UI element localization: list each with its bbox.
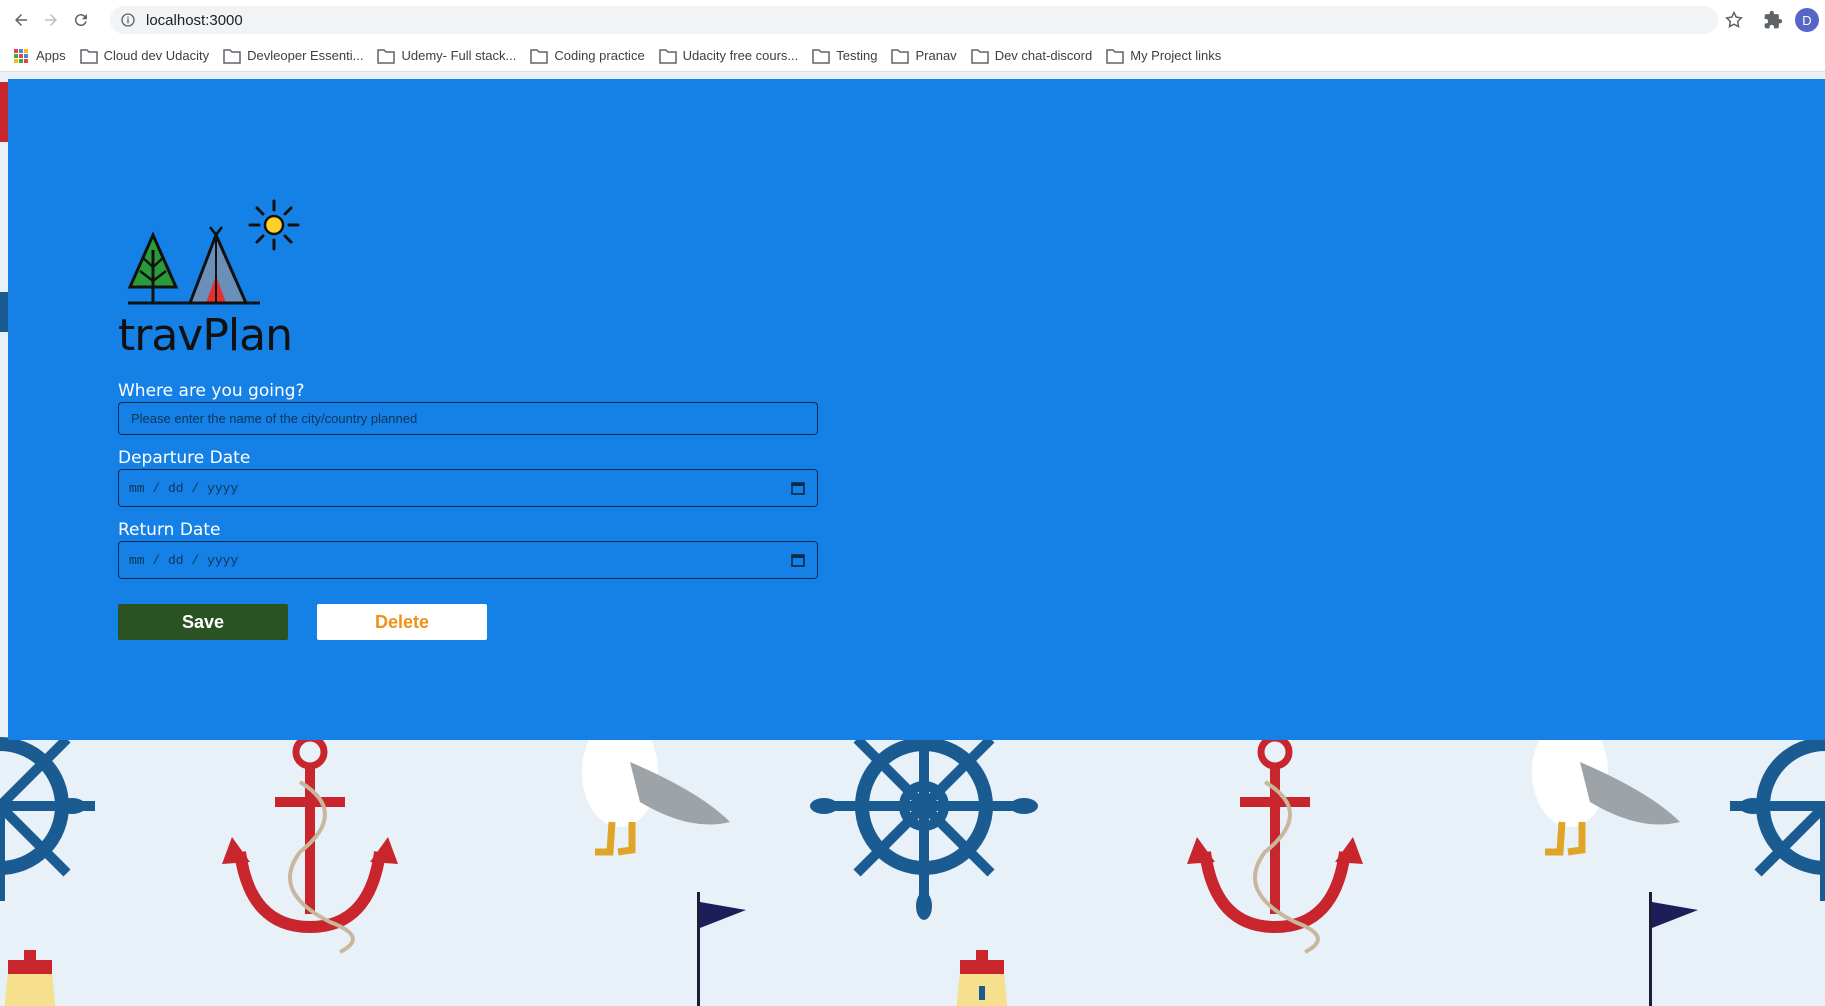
return-label: Return Date <box>118 520 221 540</box>
browser-toolbar: localhost:3000 D <box>0 0 1825 40</box>
ship-wheel-icon <box>1730 737 1825 901</box>
lighthouse-icon <box>4 950 56 1006</box>
folder-icon <box>970 48 989 64</box>
folder-icon <box>79 48 98 64</box>
forward-button[interactable] <box>36 5 66 35</box>
calendar-icon[interactable] <box>791 553 805 567</box>
anchor-icon <box>222 734 398 954</box>
reload-icon <box>74 14 87 27</box>
bookmark-folder[interactable]: My Project links <box>1106 48 1221 64</box>
arrow-right-icon <box>45 14 57 26</box>
bookmark-label: Cloud dev Udacity <box>103 48 210 63</box>
profile-avatar[interactable]: D <box>1795 8 1819 32</box>
destination-input[interactable] <box>129 410 817 427</box>
bookmark-label: My Project links <box>1130 48 1222 63</box>
folder-icon <box>223 48 241 64</box>
bookmark-label: Dev chat-discord <box>994 48 1093 63</box>
flag-icon <box>697 892 746 1006</box>
departure-date-input[interactable]: mm / dd / yyyy <box>129 481 791 496</box>
bookmark-label: Devleoper Essenti... <box>247 48 364 63</box>
url-text: localhost:3000 <box>146 11 243 29</box>
return-date-field[interactable]: mm / dd / yyyy <box>118 541 818 579</box>
departure-label: Departure Date <box>118 448 251 468</box>
bookmark-label: Udemy- Full stack... <box>401 48 517 63</box>
bookmark-apps[interactable]: Apps <box>14 48 66 63</box>
apps-grid-icon <box>14 48 28 63</box>
extensions-puzzle-icon[interactable] <box>1763 10 1783 30</box>
calendar-icon[interactable] <box>791 481 805 495</box>
address-bar[interactable]: localhost:3000 <box>110 6 1718 34</box>
arrow-left-icon <box>15 14 27 26</box>
back-button[interactable] <box>6 5 36 35</box>
bookmark-folder[interactable]: Testing <box>812 48 877 64</box>
folder-icon <box>530 48 549 64</box>
bookmark-folder[interactable]: Devleoper Essenti... <box>223 48 363 64</box>
bookmark-label: Coding practice <box>554 48 645 63</box>
lighthouse-icon <box>956 950 1008 1006</box>
bookmark-label: Apps <box>36 48 66 63</box>
bookmark-folder[interactable]: Dev chat-discord <box>970 48 1093 64</box>
folder-icon <box>891 48 910 64</box>
return-date-input[interactable]: mm / dd / yyyy <box>129 553 791 568</box>
folder-icon <box>377 48 396 64</box>
ship-wheel-icon <box>0 735 95 901</box>
travplan-logo-icon <box>127 199 300 305</box>
folder-icon <box>812 48 831 64</box>
brand-title: travPlan <box>118 310 293 361</box>
bookmark-folder[interactable]: Udemy- Full stack... <box>377 48 516 64</box>
bookmarks-bar: Apps Cloud dev Udacity Devleoper Essenti.… <box>0 40 1825 72</box>
reload-button[interactable] <box>66 5 96 35</box>
folder-icon <box>1106 48 1124 64</box>
flag-icon <box>1649 892 1698 1006</box>
anchor-icon <box>1187 734 1363 954</box>
bookmark-folder[interactable]: Udacity free cours... <box>658 48 799 64</box>
destination-field <box>118 402 818 435</box>
folder-icon <box>658 48 677 64</box>
bookmark-label: Udacity free cours... <box>682 48 799 63</box>
departure-date-field[interactable]: mm / dd / yyyy <box>118 469 818 507</box>
bookmark-star-icon[interactable] <box>1724 10 1744 30</box>
bookmark-folder[interactable]: Coding practice <box>530 48 645 64</box>
bookmark-folder[interactable]: Pranav <box>891 48 957 64</box>
bookmark-label: Testing <box>836 48 878 63</box>
bookmark-folder[interactable]: Cloud dev Udacity <box>79 48 210 64</box>
save-button[interactable]: Save <box>118 604 288 640</box>
delete-button[interactable]: Delete <box>317 604 487 640</box>
destination-label: Where are you going? <box>118 381 305 401</box>
info-icon <box>121 13 135 27</box>
bookmark-label: Pranav <box>915 48 957 63</box>
